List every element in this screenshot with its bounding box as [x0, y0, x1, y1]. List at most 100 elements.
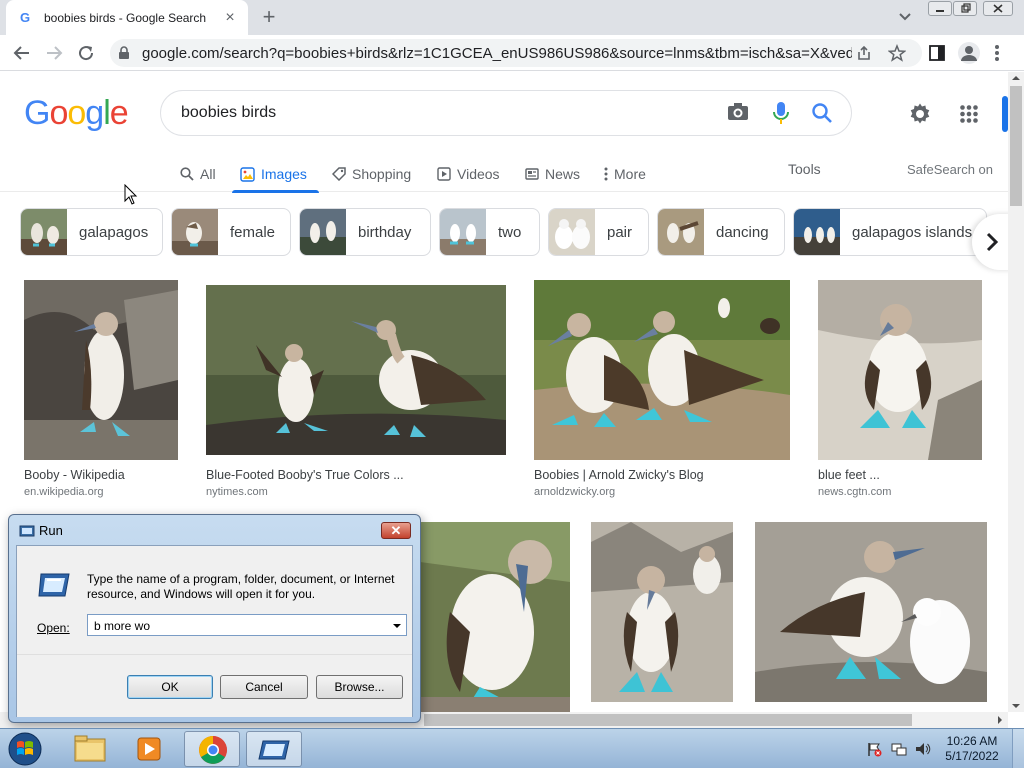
chip-thumbnail — [549, 209, 595, 255]
image-result[interactable]: blue feet ... news.cgtn.com — [818, 280, 982, 504]
action-center-flag-icon[interactable] — [866, 741, 882, 757]
camera-icon[interactable] — [727, 102, 749, 122]
image-result[interactable]: Blue-Footed Booby's True Colors ... nyti… — [206, 285, 506, 504]
tab-title: boobies birds - Google Search — [44, 10, 207, 25]
url-text[interactable]: google.com/search?q=boobies+birds&rlz=1C… — [142, 45, 852, 62]
result-source[interactable]: en.wikipedia.org — [24, 486, 104, 498]
network-icon[interactable] — [890, 741, 908, 757]
run-app-icon — [19, 525, 35, 537]
settings-gear-icon[interactable] — [908, 102, 932, 126]
image-result[interactable] — [420, 522, 570, 712]
result-source[interactable]: news.cgtn.com — [818, 486, 891, 498]
image-result[interactable]: Booby - Wikipedia en.wikipedia.org — [24, 280, 178, 504]
related-chip-galapagos[interactable]: galapagos — [20, 208, 163, 256]
result-caption[interactable]: Blue-Footed Booby's True Colors ... — [206, 468, 404, 482]
back-arrow-icon[interactable] — [10, 41, 34, 65]
related-chip-galapagos-islands[interactable]: galapagos islands — [793, 208, 987, 256]
start-button[interactable] — [6, 731, 44, 767]
search-icon[interactable] — [811, 102, 833, 124]
scroll-up-arrow-icon[interactable] — [1008, 72, 1024, 84]
volume-icon[interactable] — [914, 741, 932, 757]
taskbar-explorer-button[interactable] — [62, 731, 118, 767]
google-logo[interactable]: Google — [24, 94, 129, 133]
reload-icon[interactable] — [74, 41, 98, 65]
chip-thumbnail — [794, 209, 840, 255]
result-image[interactable] — [420, 522, 570, 712]
result-source[interactable]: nytimes.com — [206, 486, 268, 498]
vertical-scrollbar[interactable] — [1008, 72, 1024, 712]
result-image[interactable] — [206, 285, 506, 455]
vertical-scroll-thumb[interactable] — [1010, 86, 1022, 206]
scroll-right-arrow-icon[interactable] — [994, 712, 1006, 728]
chip-thumbnail — [172, 209, 218, 255]
tools-button[interactable]: Tools — [788, 161, 821, 177]
related-chip-dancing[interactable]: dancing — [657, 208, 785, 256]
bookmark-star-icon[interactable] — [888, 44, 906, 62]
microphone-icon[interactable] — [773, 101, 789, 125]
open-combobox[interactable]: b more wo — [87, 614, 407, 636]
window-close-button[interactable] — [983, 1, 1013, 16]
open-input[interactable]: b more wo — [94, 619, 150, 633]
dialog-close-button[interactable]: ✕ — [381, 522, 411, 539]
related-chip-female[interactable]: female — [171, 208, 291, 256]
new-tab-button[interactable]: + — [258, 6, 280, 29]
chips-next-button[interactable] — [972, 214, 1008, 270]
image-result[interactable] — [755, 522, 987, 712]
result-caption[interactable]: blue feet ... — [818, 468, 880, 482]
taskbar-media-player-button[interactable] — [122, 731, 178, 767]
result-image[interactable] — [591, 522, 733, 702]
search-box[interactable]: boobies birds — [160, 90, 852, 136]
related-chip-two[interactable]: two — [439, 208, 540, 256]
tab-more[interactable]: More — [604, 156, 646, 192]
result-image[interactable] — [755, 522, 987, 702]
chip-thumbnail — [300, 209, 346, 255]
taskbar-clock[interactable]: 10:26 AM 5/17/2022 — [944, 734, 1000, 764]
tab-all-label: All — [200, 166, 216, 182]
address-bar[interactable]: google.com/search?q=boobies+birds&rlz=1C… — [110, 39, 922, 67]
restore-button[interactable] — [953, 1, 977, 16]
profile-avatar-icon[interactable] — [958, 42, 980, 64]
safesearch-toggle[interactable]: SafeSearch on — [907, 162, 993, 177]
image-result[interactable] — [591, 522, 733, 712]
taskbar-chrome-button[interactable] — [184, 731, 240, 767]
lock-icon[interactable] — [118, 46, 130, 60]
image-icon — [240, 166, 255, 182]
browse-button[interactable]: Browse... — [316, 675, 403, 699]
tab-videos[interactable]: Videos — [437, 156, 500, 192]
tab-all[interactable]: All — [180, 156, 216, 192]
ok-button[interactable]: OK — [127, 675, 213, 699]
tab-images[interactable]: Images — [232, 156, 319, 193]
taskbar-run-button[interactable] — [246, 731, 302, 767]
cancel-button[interactable]: Cancel — [220, 675, 308, 699]
dropdown-arrow-icon[interactable] — [392, 623, 402, 629]
browser-tab[interactable]: G boobies birds - Google Search × — [6, 0, 248, 35]
search-input[interactable]: boobies birds — [181, 104, 276, 122]
related-chip-pair[interactable]: pair — [548, 208, 649, 256]
tab-news[interactable]: News — [525, 156, 580, 192]
result-caption[interactable]: Boobies | Arnold Zwicky's Blog — [534, 468, 704, 482]
share-icon[interactable] — [856, 45, 872, 61]
minimize-button[interactable] — [928, 1, 952, 16]
result-image[interactable] — [24, 280, 178, 460]
chip-thumbnail — [440, 209, 486, 255]
tab-search-chevron-icon[interactable] — [896, 9, 914, 25]
scroll-down-arrow-icon[interactable] — [1008, 700, 1024, 712]
browser-menu-icon[interactable] — [994, 43, 1000, 63]
related-chip-birthday[interactable]: birthday — [299, 208, 431, 256]
tab-shopping[interactable]: Shopping — [332, 156, 411, 192]
result-image[interactable] — [818, 280, 982, 460]
side-panel-icon[interactable] — [928, 44, 946, 62]
result-caption[interactable]: Booby - Wikipedia — [24, 468, 125, 482]
google-favicon-icon: G — [20, 9, 31, 25]
result-source[interactable]: arnoldzwicky.org — [534, 486, 615, 498]
dialog-message: Type the name of a program, folder, docu… — [87, 572, 395, 601]
forward-arrow-icon[interactable] — [42, 41, 66, 65]
show-desktop-button[interactable] — [1012, 729, 1024, 768]
tab-close-icon[interactable]: × — [222, 9, 238, 26]
news-icon — [525, 168, 539, 180]
horizontal-scroll-thumb[interactable] — [424, 714, 912, 726]
image-result[interactable]: Boobies | Arnold Zwicky's Blog arnoldzwi… — [534, 280, 790, 504]
google-apps-grid-icon[interactable] — [960, 105, 978, 123]
run-dialog: Run ✕ Type the name of a program, folder… — [8, 514, 421, 723]
result-image[interactable] — [534, 280, 790, 460]
